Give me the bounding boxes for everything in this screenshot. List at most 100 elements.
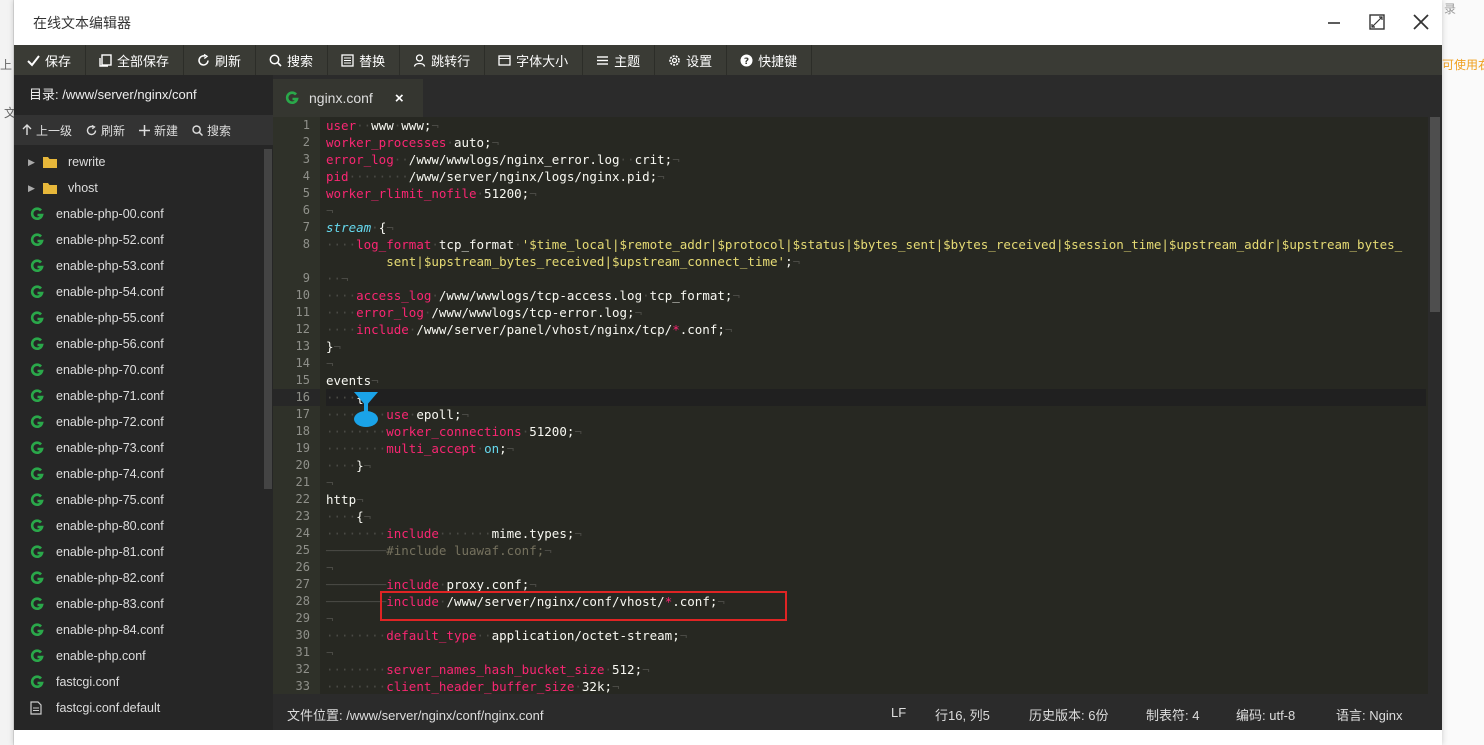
tree-file[interactable]: enable-php-00.conf: [14, 201, 264, 227]
tree-item-label: enable-php-82.conf: [56, 571, 164, 585]
nginx-file-icon: [30, 519, 50, 533]
tree-file[interactable]: enable-php-74.conf: [14, 461, 264, 487]
sidebar-scrollbar[interactable]: [264, 149, 272, 489]
parent-dir-button[interactable]: 上一级: [22, 122, 72, 139]
nginx-file-icon: [30, 545, 50, 559]
refresh-button[interactable]: 刷新: [184, 45, 256, 75]
code-line: ········include·······mime.types;¬: [326, 525, 1426, 542]
folder-icon: [42, 155, 62, 169]
tree-file[interactable]: enable-php-52.conf: [14, 227, 264, 253]
line-number: 32: [273, 661, 320, 678]
tree-item-label: enable-php-75.conf: [56, 493, 164, 507]
tree-file[interactable]: enable-php-83.conf: [14, 591, 264, 617]
theme-button[interactable]: 主题: [583, 45, 655, 75]
line-number: 30: [273, 627, 320, 644]
code-line: events¬: [326, 372, 1426, 389]
nginx-file-icon: [30, 597, 50, 611]
tab-size[interactable]: 制表符: 4: [1146, 705, 1199, 724]
scrollbar-thumb[interactable]: [1430, 117, 1440, 312]
tree-item-label: fastcgi.conf.default: [56, 701, 160, 715]
nginx-file-icon: [30, 389, 50, 403]
code-line: ¬: [326, 474, 1426, 491]
line-number: 5: [273, 185, 320, 202]
tree-item-label: enable-php-84.conf: [56, 623, 164, 637]
history-versions[interactable]: 历史版本: 6份: [1029, 705, 1108, 724]
goto-line-button[interactable]: 跳转行: [400, 45, 485, 75]
code-line: ────────#include luawaf.conf;¬: [326, 542, 1426, 559]
tree-file[interactable]: enable-php-80.conf: [14, 513, 264, 539]
tree-file[interactable]: fastcgi.conf.default: [14, 695, 264, 721]
line-number: 31: [273, 644, 320, 661]
file-sidebar: 目录: /www/server/nginx/conf 上一级 刷新 新建 搜索 …: [14, 75, 273, 745]
line-number: 28: [273, 593, 320, 610]
new-file-button[interactable]: 新建: [139, 122, 178, 139]
tab-nginx-conf[interactable]: nginx.conf ×: [273, 79, 423, 117]
line-number: 20: [273, 457, 320, 474]
code-line: ········server_names_hash_bucket_size·51…: [326, 661, 1426, 678]
cursor-position[interactable]: 行16, 列5: [935, 705, 990, 724]
nginx-file-icon: [30, 493, 50, 507]
code-line: user··www·www;¬: [326, 117, 1426, 134]
font-size-button[interactable]: 字体大小: [485, 45, 583, 75]
tree-file[interactable]: enable-php-71.conf: [14, 383, 264, 409]
minimize-icon: [1326, 14, 1342, 30]
minimize-button[interactable]: [1322, 10, 1346, 34]
tree-file[interactable]: enable-php-75.conf: [14, 487, 264, 513]
gear-icon: [668, 54, 681, 67]
tree-file[interactable]: enable-php-56.conf: [14, 331, 264, 357]
tree-file[interactable]: enable-php-55.conf: [14, 305, 264, 331]
code-line: ········multi_accept·on;¬: [326, 440, 1426, 457]
tree-file[interactable]: enable-php-84.conf: [14, 617, 264, 643]
settings-button[interactable]: 设置: [655, 45, 727, 75]
tree-item-label: enable-php-72.conf: [56, 415, 164, 429]
tree-file[interactable]: fastcgi.conf: [14, 669, 264, 695]
tree-file[interactable]: enable-php.conf: [14, 643, 264, 669]
tree-item-label: enable-php-71.conf: [56, 389, 164, 403]
save-button[interactable]: 保存: [14, 45, 86, 75]
tree-file[interactable]: enable-php-53.conf: [14, 253, 264, 279]
tree-file[interactable]: enable-php-70.conf: [14, 357, 264, 383]
eol-mode[interactable]: LF: [891, 705, 906, 720]
directory-path: 目录: /www/server/nginx/conf: [14, 75, 273, 115]
code-line: ¬: [326, 202, 1426, 219]
tree-file[interactable]: enable-php-73.conf: [14, 435, 264, 461]
refresh-tree-button[interactable]: 刷新: [86, 122, 125, 139]
close-window-button[interactable]: [1409, 10, 1433, 34]
chevron-right-icon[interactable]: ▶: [28, 157, 40, 168]
tree-file[interactable]: enable-php-54.conf: [14, 279, 264, 305]
code-line: ¬: [326, 559, 1426, 576]
encoding[interactable]: 编码: utf-8: [1236, 705, 1295, 724]
close-tab-icon[interactable]: ×: [395, 90, 404, 107]
code-line: stream·{¬: [326, 219, 1426, 236]
line-number: 11: [273, 304, 320, 321]
line-number: 15: [273, 372, 320, 389]
nginx-file-icon: [30, 571, 50, 585]
shortcuts-button[interactable]: ?快捷键: [727, 45, 812, 75]
cursor-marker-icon: [352, 390, 380, 428]
tree-item-label: rewrite: [68, 155, 106, 169]
tree-item-label: fastcgi.conf: [56, 675, 119, 689]
search-files-button[interactable]: 搜索: [192, 122, 231, 139]
save-all-button[interactable]: 全部保存: [86, 45, 184, 75]
nginx-file-icon: [30, 285, 50, 299]
line-number: 2: [273, 134, 320, 151]
tree-file[interactable]: enable-php-82.conf: [14, 565, 264, 591]
background-text: 录: [1444, 0, 1456, 17]
search-button[interactable]: 搜索: [256, 45, 328, 75]
close-icon: [1412, 13, 1430, 31]
editor-scrollbar[interactable]: [1428, 117, 1442, 694]
code-line: ····log_format·tcp_format·'$time_local|$…: [326, 236, 1426, 253]
language-mode[interactable]: 语言: Nginx: [1336, 705, 1402, 724]
tree-folder[interactable]: ▶vhost: [14, 175, 264, 201]
code-line: ····error_log·/www/wwwlogs/tcp-error.log…: [326, 304, 1426, 321]
tree-folder[interactable]: ▶ rewrite: [14, 149, 264, 175]
tree-file[interactable]: enable-php-81.conf: [14, 539, 264, 565]
tree-file[interactable]: enable-php-72.conf: [14, 409, 264, 435]
tree-item-label: enable-php-00.conf: [56, 207, 164, 221]
maximize-button[interactable]: [1365, 10, 1389, 34]
nginx-file-icon: [30, 649, 50, 663]
chevron-right-icon[interactable]: ▶: [28, 183, 40, 194]
replace-button[interactable]: 替换: [328, 45, 400, 75]
code-line: pid········/www/server/nginx/logs/nginx.…: [326, 168, 1426, 185]
theme-icon: [596, 54, 609, 67]
